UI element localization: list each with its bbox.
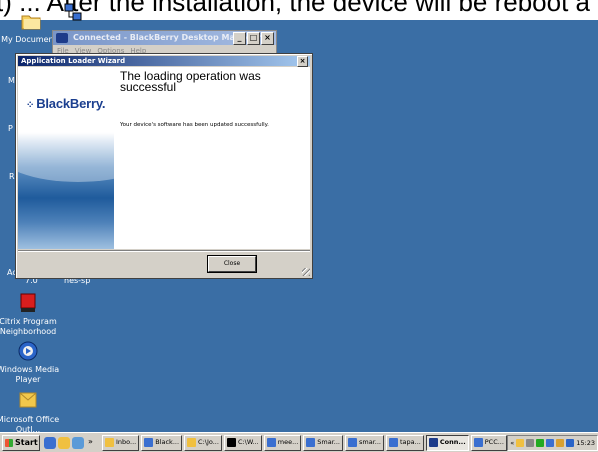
taskbar-app-icon <box>187 438 197 447</box>
outlook-icon[interactable] <box>58 436 70 449</box>
minimize-button[interactable]: _ <box>233 32 246 45</box>
taskbar-button-label: Black... <box>155 438 180 446</box>
window-controls: _ □ × <box>233 32 274 45</box>
close-button[interactable]: × <box>261 32 274 45</box>
dialog-separator <box>18 250 310 252</box>
wizard-content-panel: The loading operation was successful You… <box>114 67 310 249</box>
desktop-label-partial: P <box>8 124 13 133</box>
taskbar-button[interactable]: mee... <box>263 434 302 451</box>
taskbar-button[interactable]: tapa... <box>385 434 424 451</box>
microsoft-office-outlook-icon <box>19 392 37 408</box>
taskbar-button-label: PCC... <box>484 438 504 446</box>
blackberry-app-icon <box>56 33 68 43</box>
taskbar-button[interactable]: Conn... <box>425 434 469 451</box>
taskbar-app-icon <box>144 438 154 447</box>
taskbar-app-icon <box>306 438 316 447</box>
tray-bluetooth-icon[interactable] <box>546 438 555 447</box>
taskbar-button[interactable]: C:\W... <box>223 434 262 451</box>
desktop-icon-windows-media-player[interactable]: Windows Media Player <box>0 340 60 385</box>
taskbar-button-label: Conn... <box>439 438 466 446</box>
tray-clock: 15:23 <box>576 438 595 447</box>
dialog-close-button[interactable]: × <box>297 56 308 67</box>
desktop-label-partial: M <box>8 76 15 85</box>
taskbar-button-label: C:\W... <box>237 438 259 446</box>
taskbar-app-icon <box>105 438 114 447</box>
banner-wave-decoration <box>18 122 114 182</box>
blackberry-logo: ⁘ BlackBerry. <box>26 96 105 111</box>
taskbar-app-icon <box>348 438 357 447</box>
wizard-message: Your device's software has been updated … <box>120 122 269 128</box>
blackberry-dots-icon: ⁘ <box>26 100 35 111</box>
tray-chevron[interactable]: « <box>510 439 514 447</box>
taskbar-app-icon <box>388 438 398 447</box>
taskbar-button-label: smar... <box>359 438 381 446</box>
windows-media-player-icon <box>18 341 38 361</box>
taskbar-button-label: mee... <box>277 438 299 446</box>
dialog-titlebar[interactable]: Application Loader Wizard × <box>18 56 310 67</box>
desktop-icon-label: Citrix Program Neighborhood <box>0 317 57 336</box>
taskbar-button[interactable]: smar... <box>345 434 384 451</box>
show-desktop-icon[interactable] <box>72 436 84 449</box>
quick-launch-chevron[interactable]: » <box>88 437 100 449</box>
resize-grip[interactable] <box>302 268 310 276</box>
tray-app-icon[interactable] <box>566 438 575 447</box>
internet-explorer-icon[interactable] <box>44 436 56 449</box>
tray-network-icon[interactable] <box>526 438 535 447</box>
dialog-title: Application Loader Wizard <box>21 57 126 65</box>
taskbar-button-label: tapa... <box>399 438 421 446</box>
tray-security-icon[interactable] <box>536 438 545 447</box>
taskbar-app-icon <box>266 438 276 447</box>
taskbar-button[interactable]: Smar... <box>303 434 343 451</box>
maximize-button[interactable]: □ <box>247 32 260 45</box>
logo-text: BlackBerry. <box>36 96 106 111</box>
taskbar-button-label: Smar... <box>317 438 340 446</box>
desktop-label-partial: R <box>9 172 15 181</box>
task-list: Inbo... Black... C:\Jo... C:\W... mee... Smar… <box>102 434 507 451</box>
desktop-icon-label: Windows Media Player <box>0 365 60 384</box>
close-button[interactable]: Close <box>207 255 257 273</box>
start-button[interactable]: Start <box>2 434 40 451</box>
page-banner: t) ... After the installation, the devic… <box>0 0 598 20</box>
taskbar-app-icon <box>226 438 236 447</box>
wizard-side-banner: ⁘ BlackBerry. <box>18 67 114 249</box>
taskbar-button[interactable]: C:\Jo... <box>184 434 222 451</box>
desktop-manager-titlebar[interactable]: Connected - BlackBerry Desktop Manager _… <box>53 31 276 45</box>
taskbar-button[interactable]: PCC... <box>470 434 507 451</box>
tray-volume-icon[interactable] <box>556 438 565 447</box>
windows-flag-icon <box>5 438 13 447</box>
my-documents-icon <box>21 15 41 30</box>
taskbar-button[interactable]: Black... <box>141 434 183 451</box>
taskbar-app-icon <box>473 438 483 447</box>
desktop-icon-network[interactable] <box>62 2 84 27</box>
application-loader-dialog[interactable]: Application Loader Wizard × ⁘ BlackBerry.… <box>15 53 313 279</box>
quick-launch: » <box>44 436 102 449</box>
tray-mail-icon[interactable] <box>516 438 525 447</box>
taskbar-button[interactable]: Inbo... <box>102 434 140 451</box>
citrix-program-neighborhood-icon <box>20 293 36 312</box>
network-computer-icon <box>64 3 82 21</box>
taskbar-app-icon <box>428 438 438 447</box>
wizard-heading: The loading operation was successful <box>120 69 261 94</box>
system-tray: « 15:23 <box>507 434 598 451</box>
taskbar: Start » Inbo... Black... C:\Jo... C:\W... me… <box>0 432 598 452</box>
start-label: Start <box>15 437 38 447</box>
banner-text: t) ... After the installation, the devic… <box>0 0 590 17</box>
taskbar-button-label: Inbo... <box>116 438 137 446</box>
desktop-icon-citrix[interactable]: Citrix Program Neighborhood <box>0 292 60 337</box>
desktop-icon-outlook[interactable]: Microsoft Office Outl... <box>0 390 60 435</box>
taskbar-button-label: C:\Jo... <box>198 438 219 446</box>
